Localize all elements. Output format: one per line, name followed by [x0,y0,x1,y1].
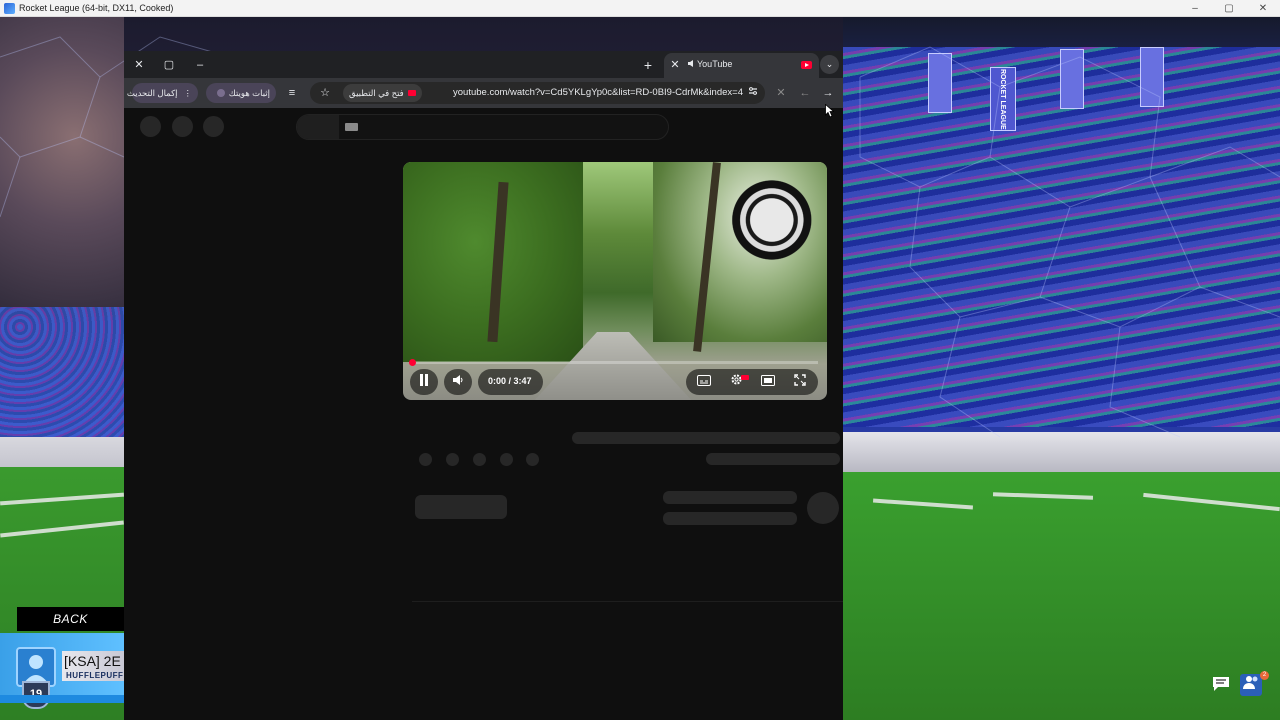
tab-close-icon[interactable]: ✕ [667,56,683,74]
keyboard-icon[interactable] [345,123,358,131]
video-progress-bar[interactable] [412,361,818,364]
skeleton-circle [140,116,161,137]
hd-badge [741,375,749,380]
stadium-banner [928,53,952,113]
browser-toolbar: ⋮ إكمال التحديث إثبات هويتك ≡ ☆ فتح في ا… [124,78,843,108]
os-maximize-button[interactable]: ▢ [1212,0,1246,17]
address-bar[interactable]: ☆ فتح في التطبيق youtube.com/watch?v=Cd5… [310,82,765,104]
tab-audio-icon[interactable] [684,56,698,74]
reading-list-icon[interactable]: ≡ [282,83,302,103]
os-minimize-button[interactable]: – [1178,0,1212,17]
skeleton-circle [203,116,224,137]
complete-update-button[interactable]: ⋮ إكمال التحديث [127,83,198,103]
channel-watermark [719,172,815,268]
browser-window: ✕ ▢ – + ✕ YouTube ⌄ ⋮ إكمال التحديث إثبا… [124,51,843,720]
screen: Rocket League (64-bit, DX11, Cooked) – ▢… [0,0,1280,720]
browser-close-button[interactable]: ✕ [129,55,149,75]
skeleton-line [663,491,797,504]
chip-menu-icon: ⋮ [183,87,193,98]
tab-search-dropdown[interactable]: ⌄ [820,55,839,74]
video-player[interactable]: 0:00 / 3:47 [403,162,827,400]
pause-icon[interactable] [411,369,437,395]
player-avatar-icon [24,655,48,683]
youtube-mini-icon [407,90,416,96]
open-in-app-button[interactable]: فتح في التطبيق [343,84,422,102]
mouse-cursor-icon [825,104,834,118]
player-club-title: HUFFLEPUFF [66,671,124,680]
skeleton-button [415,495,507,519]
field-line [0,520,124,538]
game-left-sky [0,17,124,317]
content-divider [412,601,843,602]
tab-youtube[interactable]: ✕ YouTube [664,53,819,78]
stop-loading-icon[interactable]: ✕ [771,83,791,103]
hud-progress-strip [0,695,124,703]
gear-icon[interactable] [723,369,749,395]
search-input[interactable] [296,114,669,140]
browser-minimize-button[interactable]: – [190,55,210,75]
skeleton-dot [446,453,459,466]
open-in-app-label: فتح في التطبيق [349,87,404,98]
os-window-title: Rocket League (64-bit, DX11, Cooked) [19,3,174,13]
player-name: [KSA] 2E [64,653,121,669]
site-settings-icon[interactable] [743,83,763,103]
skeleton-avatar [807,492,839,524]
field-line [872,498,974,510]
complete-update-label: إكمال التحديث [126,87,178,98]
friends-icon[interactable] [1240,674,1262,696]
skeleton-line [663,512,797,525]
verify-identity-button[interactable]: إثبات هويتك [206,83,276,103]
fullscreen-icon[interactable] [787,369,813,395]
skeleton-title-bar [572,432,840,444]
rocket-league-banner: ROCKET LEAGUE [990,67,1016,131]
profile-avatar-icon [216,89,225,97]
skeleton-dot [500,453,513,466]
rocket-league-app-icon [4,2,15,14]
skeleton-dot [419,453,432,466]
tab-title: YouTube [697,59,733,69]
field-line [992,492,1094,500]
friends-notification-badge: 2 [1260,671,1269,680]
field-line [1143,492,1280,512]
stadium-banner [1140,47,1164,107]
chat-icon[interactable] [1210,676,1232,698]
skeleton-dot [473,453,486,466]
skeleton-circle [172,116,193,137]
search-box-left [297,115,339,139]
browser-maximize-button[interactable]: ▢ [159,55,179,75]
os-close-button[interactable]: ✕ [1246,0,1280,17]
skeleton-line [706,453,840,465]
subtitles-icon[interactable] [691,369,717,395]
volume-icon[interactable] [445,369,471,395]
new-tab-button[interactable]: + [638,55,658,75]
url-text[interactable]: youtube.com/watch?v=Cd5YKLgYp0c&list=RD-… [453,87,743,98]
forward-arrow-icon[interactable]: → [818,83,838,103]
back-arrow-icon[interactable]: ← [795,83,815,103]
game-left-crowd [0,307,124,447]
back-button[interactable]: BACK [17,607,124,631]
os-window-controls: – ▢ ✕ [1178,0,1280,17]
verify-identity-label: إثبات هويتك [228,87,270,98]
browser-tab-bar: ✕ ▢ – + ✕ YouTube ⌄ [124,51,843,78]
player-card[interactable]: [KSA] 2E HUFFLEPUFF 19 [0,633,124,709]
progress-scrubber[interactable] [409,359,416,366]
miniplayer-icon[interactable] [755,369,781,395]
video-time: 0:00 / 3:47 [488,376,532,386]
youtube-favicon-icon [801,61,812,69]
field-line [0,492,124,506]
bookmark-star-icon[interactable]: ☆ [315,83,335,103]
skeleton-dot [526,453,539,466]
os-title-bar: Rocket League (64-bit, DX11, Cooked) – ▢… [0,0,1280,17]
stadium-banner [1060,49,1084,109]
